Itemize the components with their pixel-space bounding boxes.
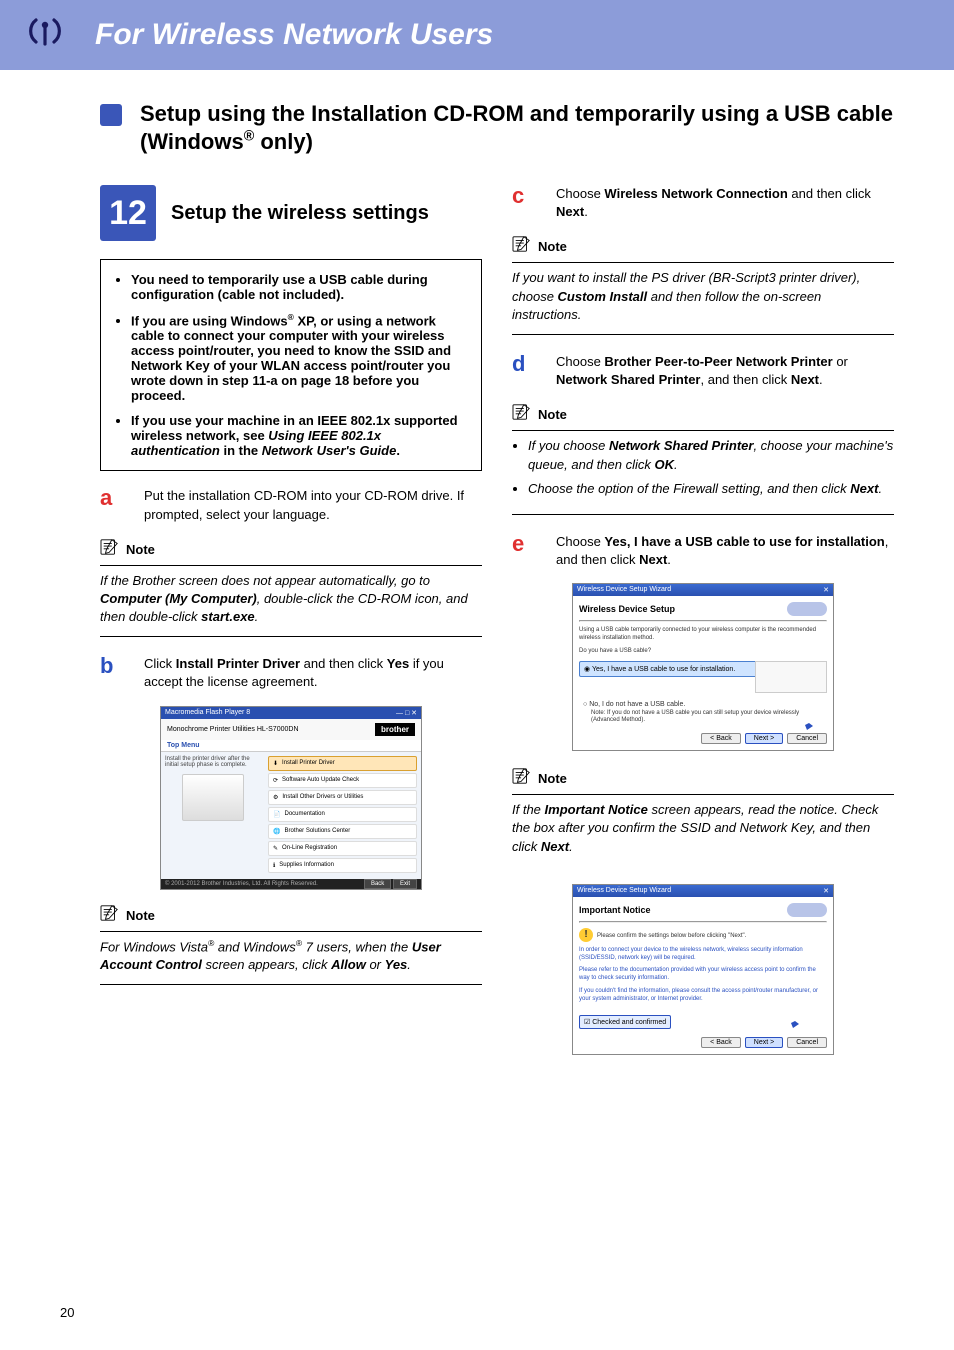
prereq-item: If you are using Windows® XP, or using a… — [131, 312, 467, 403]
installer-menu-screenshot: Macromedia Flash Player 8— □ ✕ Monochrom… — [160, 706, 422, 890]
section-heading: Setup using the Installation CD-ROM and … — [100, 100, 894, 155]
substep-c: c Choose Wireless Network Connection and… — [512, 185, 894, 221]
note-e-body: If the Important Notice screen appears, … — [512, 801, 894, 866]
note-c: Note If you want to install the PS drive… — [512, 235, 894, 335]
step-d-text: Choose Brother Peer-to-Peer Network Prin… — [556, 353, 894, 389]
prereq-item: If you use your machine in an IEEE 802.1… — [131, 413, 467, 458]
step-12-title: Setup the wireless settings — [171, 202, 429, 225]
section-title: Setup using the Installation CD-ROM and … — [140, 100, 894, 155]
substep-a: a Put the installation CD-ROM into your … — [100, 487, 482, 523]
note-label: Note — [126, 908, 155, 923]
note-icon — [512, 403, 532, 426]
step-letter-a: a — [100, 487, 122, 523]
note-d: Note If you choose Network Shared Printe… — [512, 403, 894, 515]
section-bullet-icon — [100, 104, 122, 126]
step-letter-d: d — [512, 353, 534, 389]
step-letter-e: e — [512, 533, 534, 569]
substep-d: d Choose Brother Peer-to-Peer Network Pr… — [512, 353, 894, 389]
wifi-icon — [15, 10, 75, 60]
note-e: Note If the Important Notice screen appe… — [512, 767, 894, 866]
note-icon — [100, 904, 120, 927]
wireless-setup-screenshot: Wireless Device Setup Wizard✕ Wireless D… — [572, 583, 834, 751]
step-12-header: 12 Setup the wireless settings — [100, 185, 482, 241]
arrow-icon — [801, 709, 831, 731]
step-c-text: Choose Wireless Network Connection and t… — [556, 185, 894, 221]
step-letter-b: b — [100, 655, 122, 691]
page-banner: For Wireless Network Users — [0, 0, 954, 70]
note-icon — [100, 538, 120, 561]
page-number: 20 — [60, 1305, 74, 1320]
substep-e: e Choose Yes, I have a USB cable to use … — [512, 533, 894, 569]
important-notice-screenshot: Wireless Device Setup Wizard✕ Important … — [572, 884, 834, 1055]
banner-title: For Wireless Network Users — [95, 18, 493, 52]
substep-b: b Click Install Printer Driver and then … — [100, 655, 482, 691]
note-label: Note — [538, 407, 567, 422]
note-d-body: If you choose Network Shared Printer, ch… — [512, 437, 894, 515]
note-b-body: For Windows Vista® and Windows® 7 users,… — [100, 938, 482, 986]
note-label: Note — [538, 239, 567, 254]
note-label: Note — [538, 771, 567, 786]
note-icon — [512, 767, 532, 790]
note-label: Note — [126, 542, 155, 557]
note-b: Note For Windows Vista® and Windows® 7 u… — [100, 904, 482, 986]
step-a-text: Put the installation CD-ROM into your CD… — [144, 487, 482, 523]
step-b-text: Click Install Printer Driver and then cl… — [144, 655, 482, 691]
note-icon — [512, 235, 532, 258]
arrow-icon — [787, 1007, 817, 1029]
note-a: Note If the Brother screen does not appe… — [100, 538, 482, 638]
prerequisites-box: You need to temporarily use a USB cable … — [100, 259, 482, 471]
note-a-body: If the Brother screen does not appear au… — [100, 572, 482, 638]
prereq-item: You need to temporarily use a USB cable … — [131, 272, 467, 302]
step-e-text: Choose Yes, I have a USB cable to use fo… — [556, 533, 894, 569]
step-letter-c: c — [512, 185, 534, 221]
note-c-body: If you want to install the PS driver (BR… — [512, 269, 894, 335]
step-number-badge: 12 — [100, 185, 156, 241]
